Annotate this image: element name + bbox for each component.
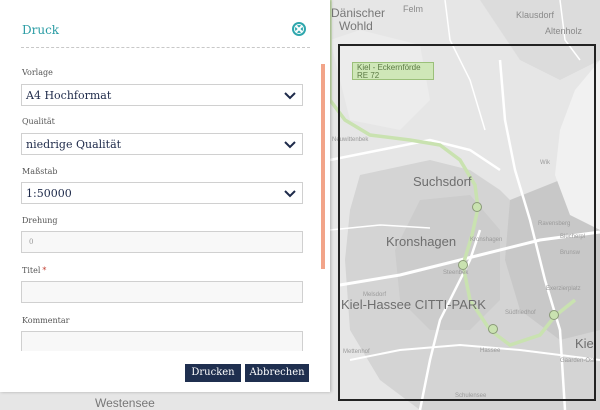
quality-select-value: niedrige Qualität — [26, 138, 122, 151]
dialog-title: Druck — [22, 23, 60, 37]
scale-label: Maßstab — [22, 167, 58, 176]
map-label-daenischer: Dänischer — [331, 6, 386, 20]
chevron-down-icon — [284, 92, 296, 100]
title-label-text: Titel — [22, 266, 41, 275]
map-label-westensee: Westensee — [95, 396, 155, 410]
comment-label: Kommentar — [22, 316, 70, 325]
map-label-wohld: Wohld — [339, 19, 373, 33]
rotation-value: 0 — [29, 238, 34, 246]
print-extent-frame[interactable] — [338, 44, 596, 401]
chevron-down-icon — [284, 141, 296, 149]
template-label: Vorlage — [22, 68, 53, 77]
print-dialog: Druck Vorlage A4 Hochformat Qualität nie… — [0, 0, 330, 392]
map-label-altenholz: Altenholz — [545, 26, 583, 36]
comment-textarea[interactable] — [21, 331, 303, 351]
rotation-field[interactable]: 0 — [21, 231, 303, 253]
quality-select[interactable]: niedrige Qualität — [21, 133, 303, 155]
quality-label: Qualität — [22, 117, 55, 126]
scale-select[interactable]: 1:50000 — [21, 182, 303, 204]
print-button[interactable]: Drucken — [185, 364, 241, 382]
template-select[interactable]: A4 Hochformat — [21, 84, 303, 106]
title-input[interactable] — [21, 281, 303, 303]
required-marker: * — [42, 266, 47, 275]
title-field-label: Titel * — [22, 266, 46, 275]
chevron-down-icon — [284, 190, 296, 198]
cancel-button[interactable]: Abbrechen — [245, 364, 309, 382]
map-label-felm: Felm — [403, 4, 423, 14]
title-divider — [21, 47, 310, 48]
template-select-value: A4 Hochformat — [26, 89, 112, 102]
scale-select-value: 1:50000 — [26, 187, 72, 200]
rotation-label: Drehung — [22, 216, 58, 225]
close-icon[interactable] — [292, 22, 306, 36]
map-label-klausdorf: Klausdorf — [516, 10, 555, 20]
scrollbar-thumb[interactable] — [321, 64, 325, 269]
